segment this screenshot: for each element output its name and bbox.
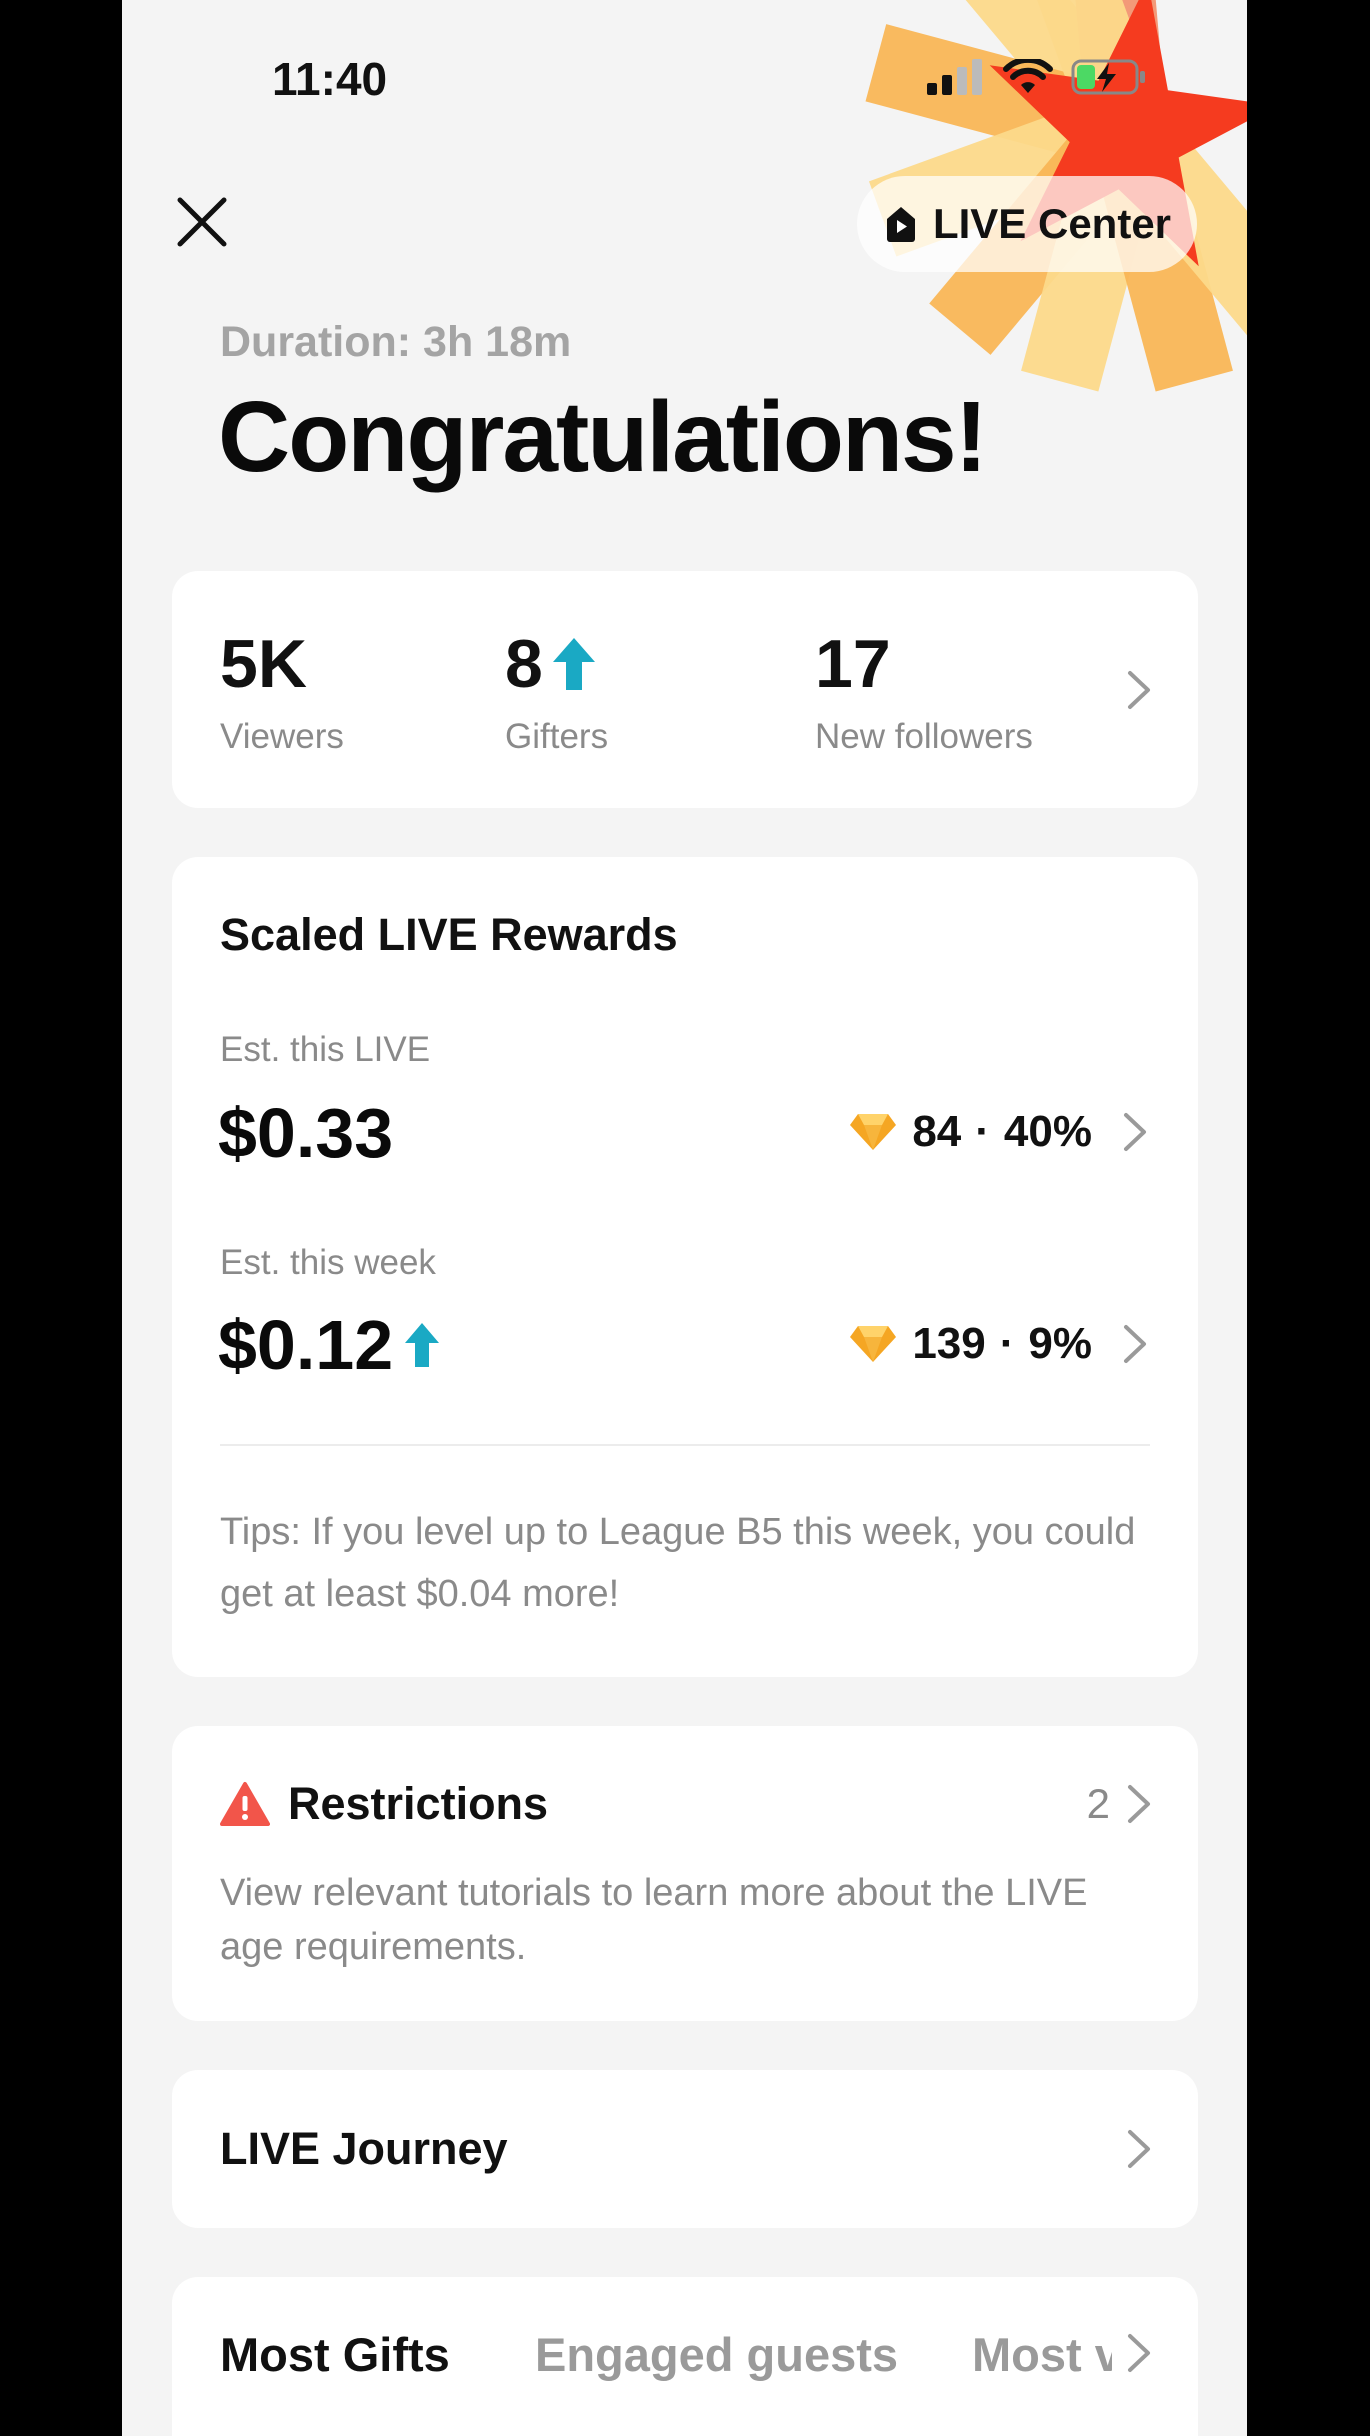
- est-live-diamonds: 84: [912, 1107, 962, 1156]
- separator-dot: ·: [999, 1319, 1015, 1368]
- restrictions-title: Restrictions: [288, 1778, 549, 1829]
- rewards-card: Scaled LIVE Rewards Est. this LIVE $0.33…: [172, 857, 1198, 1677]
- est-week-diamonds: 139: [912, 1319, 986, 1368]
- gifters-value: 8: [505, 625, 597, 703]
- page-title: Congratulations!: [218, 381, 988, 493]
- close-icon[interactable]: [172, 192, 232, 252]
- arrow-up-icon: [405, 1323, 440, 1367]
- est-live-label: Est. this LIVE: [220, 1030, 431, 1069]
- est-week-amount: $0.12: [218, 1305, 441, 1385]
- arrow-up-icon: [552, 638, 595, 690]
- wifi-icon: [1003, 59, 1053, 93]
- phone-screen: 11:40 LIVE Center Duration: 3h 18m Congr…: [122, 0, 1247, 2436]
- status-time: 11:40: [272, 53, 388, 105]
- est-week-metrics[interactable]: 139 · 9%: [848, 1319, 1150, 1369]
- live-journey-title: LIVE Journey: [220, 2123, 508, 2174]
- tips-text: Tips: If you level up to League B5 this …: [220, 1511, 1136, 1615]
- duration-text: Duration: 3h 18m: [220, 318, 572, 366]
- battery-icon: [1071, 59, 1145, 95]
- chevron-right-icon: [1128, 2130, 1150, 2168]
- viewers-value: 5K: [220, 626, 307, 702]
- live-journey-card[interactable]: LIVE Journey: [172, 2070, 1198, 2228]
- rankings-card: Most Gifts Engaged guests Most v: [172, 2277, 1198, 2436]
- chevron-right-icon: [1128, 671, 1150, 709]
- est-live-amount: $0.33: [218, 1094, 394, 1172]
- tab-most-v[interactable]: Most v: [972, 2327, 1112, 2382]
- restrictions-count-group: 2: [1087, 1780, 1154, 1828]
- gifters-label: Gifters: [505, 717, 609, 756]
- tab-engaged-guests[interactable]: Engaged guests: [535, 2327, 898, 2382]
- separator-dot: ·: [975, 1107, 990, 1156]
- status-icons: [927, 58, 1147, 96]
- restrictions-description: View relevant tutorials to learn more ab…: [220, 1872, 1088, 1968]
- diamond-icon: [850, 1114, 897, 1150]
- home-icon: [886, 207, 915, 242]
- live-center-label: LIVE Center: [932, 200, 1172, 247]
- restrictions-count: 2: [1086, 1780, 1110, 1827]
- rewards-title: Scaled LIVE Rewards: [220, 909, 678, 960]
- diamond-icon: [850, 1326, 897, 1362]
- live-center-button[interactable]: LIVE Center: [857, 176, 1197, 272]
- tab-most-gifts[interactable]: Most Gifts: [220, 2327, 450, 2382]
- restrictions-header: Restrictions: [220, 1778, 548, 1830]
- gifters-number: 8: [505, 626, 543, 702]
- est-week-percent: 9%: [1028, 1319, 1092, 1368]
- signal-icon: [927, 59, 982, 95]
- chevron-right-icon[interactable]: [1124, 2332, 1154, 2374]
- est-week-value: $0.12: [218, 1306, 394, 1384]
- chevron-right-icon: [1124, 1325, 1146, 1363]
- viewers-label: Viewers: [220, 717, 344, 756]
- est-live-metrics[interactable]: 84 · 40%: [848, 1107, 1150, 1157]
- stats-card[interactable]: 5K Viewers 8 Gifters 17 New followers: [172, 571, 1198, 808]
- est-week-label: Est. this week: [220, 1243, 436, 1282]
- followers-value: 17: [815, 626, 891, 702]
- est-live-percent: 40%: [1003, 1107, 1092, 1156]
- divider: [220, 1444, 1150, 1446]
- warning-icon: [220, 1782, 270, 1826]
- followers-label: New followers: [815, 717, 1033, 756]
- chevron-right-icon: [1128, 1785, 1150, 1823]
- chevron-right-icon: [1124, 1113, 1146, 1151]
- restrictions-card[interactable]: Restrictions 2 View relevant tutorials t…: [172, 1726, 1198, 2021]
